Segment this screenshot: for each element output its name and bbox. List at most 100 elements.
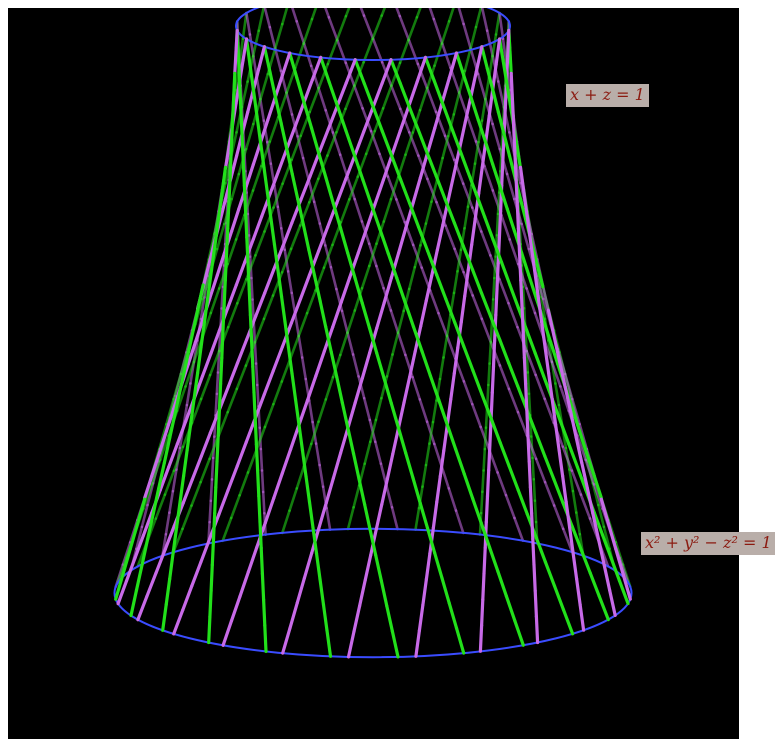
green-ruling <box>215 434 220 463</box>
green-ruling <box>251 88 259 118</box>
green-ruling <box>175 500 182 530</box>
purple-ruling <box>414 628 421 658</box>
purple-ruling <box>552 504 565 531</box>
purple-ruling <box>497 209 503 239</box>
purple-ruling <box>431 500 439 530</box>
green-ruling <box>305 289 317 315</box>
green-ruling <box>482 447 487 472</box>
green-ruling <box>232 71 237 101</box>
purple-ruling <box>494 287 499 317</box>
green-ruling <box>262 166 270 195</box>
purple-ruling <box>607 588 617 618</box>
green-ruling <box>462 345 475 373</box>
purple-ruling <box>478 623 484 653</box>
purple-ruling <box>525 408 530 438</box>
purple-ruling <box>164 511 171 536</box>
purple-ruling <box>352 604 362 634</box>
purple-ruling <box>498 364 511 391</box>
green-ruling <box>304 474 312 504</box>
green-ruling <box>263 402 275 429</box>
green-ruling <box>269 217 277 247</box>
purple-ruling <box>480 317 493 344</box>
green-ruling <box>362 37 374 64</box>
purple-ruling <box>154 548 167 575</box>
purple-ruling <box>238 570 250 598</box>
green-ruling <box>499 260 512 287</box>
purple-ruling <box>229 594 242 623</box>
green-ruling <box>508 50 513 75</box>
purple-ruling <box>327 16 339 42</box>
green-ruling <box>516 488 529 516</box>
green-ruling <box>462 73 473 100</box>
green-ruling <box>256 468 261 498</box>
green-ruling <box>415 8 422 19</box>
green-ruling <box>462 472 475 500</box>
purple-ruling <box>499 213 512 241</box>
purple-ruling <box>385 484 394 509</box>
purple-ruling <box>437 311 449 338</box>
green-ruling <box>483 140 495 166</box>
purple-ruling <box>298 273 312 301</box>
green-ruling <box>508 283 520 310</box>
green-ruling <box>447 8 455 23</box>
purple-ruling <box>470 402 483 429</box>
green-ruling <box>295 464 306 490</box>
green-ruling <box>374 396 383 422</box>
purple-ruling <box>199 431 212 458</box>
green-ruling <box>236 54 242 84</box>
green-ruling <box>489 319 494 344</box>
green-ruling <box>452 91 461 116</box>
green-ruling <box>219 356 224 386</box>
purple-ruling <box>411 176 422 205</box>
green-ruling <box>327 80 340 109</box>
green-ruling <box>533 351 546 378</box>
purple-ruling <box>359 8 366 17</box>
purple-ruling <box>295 576 306 605</box>
purple-ruling <box>273 47 283 73</box>
green-ruling <box>293 397 301 427</box>
green-ruling <box>588 571 601 598</box>
green-ruling <box>280 8 289 26</box>
purple-ruling <box>442 423 449 453</box>
purple-ruling <box>339 426 350 455</box>
purple-ruling <box>312 200 322 225</box>
purple-ruling <box>440 76 451 105</box>
purple-ruling <box>491 339 497 369</box>
purple-ruling <box>500 158 505 188</box>
purple-ruling <box>276 146 289 173</box>
green-ruling <box>389 401 401 430</box>
green-ruling <box>221 516 233 543</box>
purple-ruling <box>351 353 360 378</box>
purple-ruling <box>385 451 395 481</box>
purple-ruling <box>471 294 484 321</box>
purple-ruling <box>459 294 467 324</box>
green-ruling <box>437 398 449 427</box>
green-ruling <box>217 382 223 412</box>
purple-ruling <box>235 440 248 468</box>
purple-ruling <box>389 309 400 335</box>
green-ruling <box>290 371 298 401</box>
purple-ruling <box>262 369 275 397</box>
green-ruling <box>485 383 490 408</box>
green-ruling <box>258 520 263 550</box>
green-ruling <box>396 309 406 335</box>
purple-ruling <box>532 563 537 593</box>
purple-ruling <box>521 330 527 360</box>
green-ruling <box>280 509 291 535</box>
green-ruling <box>543 454 556 482</box>
green-ruling <box>290 172 300 201</box>
purple-ruling <box>233 50 238 75</box>
green-ruling <box>481 469 485 494</box>
purple-ruling <box>331 300 343 329</box>
purple-ruling <box>307 399 314 424</box>
purple-ruling <box>295 20 306 45</box>
green-ruling <box>245 235 250 265</box>
green-ruling <box>498 338 511 365</box>
purple-ruling <box>373 178 385 206</box>
green-ruling <box>253 317 266 344</box>
green-ruling <box>389 153 403 181</box>
purple-ruling <box>280 447 293 476</box>
purple-ruling <box>263 496 276 525</box>
green-ruling <box>134 563 144 592</box>
plot-viewport[interactable] <box>8 8 739 739</box>
